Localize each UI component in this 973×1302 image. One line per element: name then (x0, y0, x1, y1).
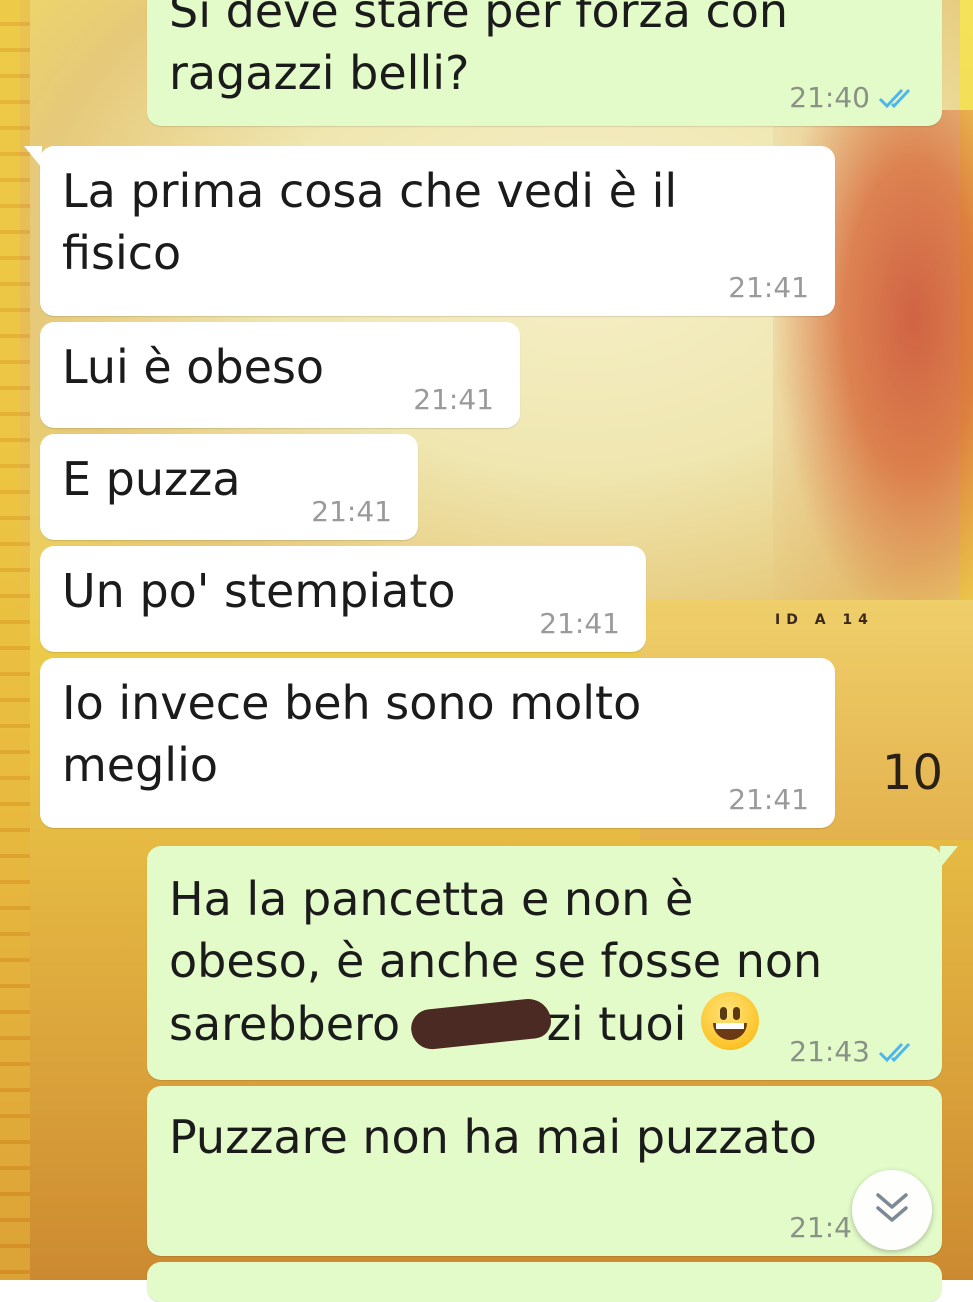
outgoing-message[interactable]: Ha la pancetta e non è obeso, è anche se… (147, 846, 958, 1080)
message-text-fragment: sarebbero (169, 997, 401, 1051)
double-chevron-down-icon (872, 1191, 912, 1229)
message-text-line: meglio (62, 738, 219, 792)
message-time: 21:41 (728, 783, 809, 816)
message-meta: 21:41 (539, 610, 620, 638)
chat-message-list[interactable]: Si deve stare per forza con ragazzi bell… (0, 0, 973, 1302)
message-meta: 21:41 (728, 274, 809, 302)
message-meta: 21:4 (789, 1214, 852, 1242)
message-text-line: Ha la pancetta e non è (169, 872, 694, 926)
outgoing-message[interactable]: Si deve stare per forza con ragazzi bell… (147, 0, 942, 126)
message-time: 21:41 (413, 383, 494, 416)
message-text-line: fisico (62, 226, 182, 280)
message-text-line: obeso, è anche se fosse non (169, 934, 823, 988)
message-meta: 21:41 (311, 498, 392, 526)
message-time: 21:43 (789, 1035, 870, 1068)
message-text-fragment: zi tuoi (546, 997, 687, 1051)
grinning-face-emoji (701, 992, 760, 1050)
incoming-message[interactable]: Lui è obeso 21:41 (40, 322, 520, 428)
outgoing-message[interactable] (147, 1262, 942, 1302)
message-meta: 21:41 (413, 386, 494, 414)
incoming-message[interactable]: Io invece beh sono molto meglio 21:41 (40, 658, 835, 828)
incoming-message[interactable]: E puzza 21:41 (40, 434, 418, 540)
scroll-to-bottom-button[interactable] (852, 1170, 932, 1250)
message-meta: 21:43 (789, 1038, 916, 1066)
message-time: 21:41 (728, 271, 809, 304)
redaction-scribble (409, 996, 553, 1052)
message-time: 21:41 (539, 607, 620, 640)
double-check-icon (878, 1041, 916, 1063)
incoming-message[interactable]: La prima cosa che vedi è il fisico 21:41 (24, 146, 835, 316)
outgoing-message[interactable]: Puzzare non ha mai puzzato 21:4 (147, 1086, 942, 1256)
message-meta: 21:40 (789, 84, 916, 112)
bubble-tail (940, 846, 958, 868)
message-meta: 21:41 (728, 786, 809, 814)
bubble-tail (24, 146, 42, 168)
message-text-line: Io invece beh sono molto (62, 676, 642, 730)
double-check-icon (878, 87, 916, 109)
incoming-message[interactable]: Un po' stempiato 21:41 (40, 546, 646, 652)
message-time: 21:41 (311, 495, 392, 528)
message-text-line: Si deve stare per forza con (169, 0, 789, 38)
message-text-line: La prima cosa che vedi è il (62, 164, 678, 218)
message-time: 21:4 (789, 1211, 852, 1244)
message-text: Puzzare non ha mai puzzato (169, 1110, 817, 1164)
message-time: 21:40 (789, 81, 870, 114)
